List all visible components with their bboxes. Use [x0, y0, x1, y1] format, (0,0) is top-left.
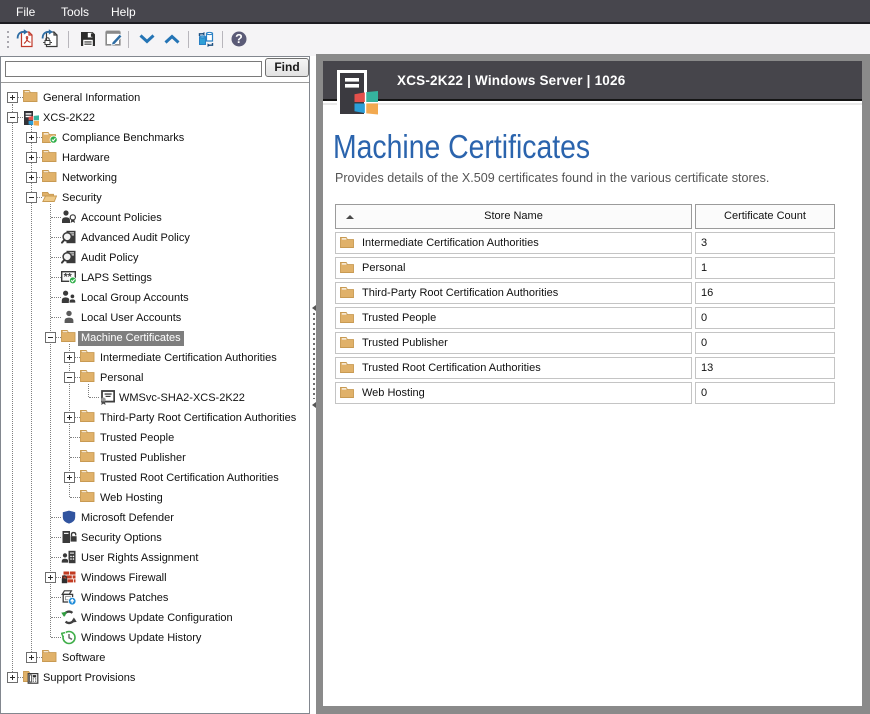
svg-text:?: ? [235, 32, 243, 46]
